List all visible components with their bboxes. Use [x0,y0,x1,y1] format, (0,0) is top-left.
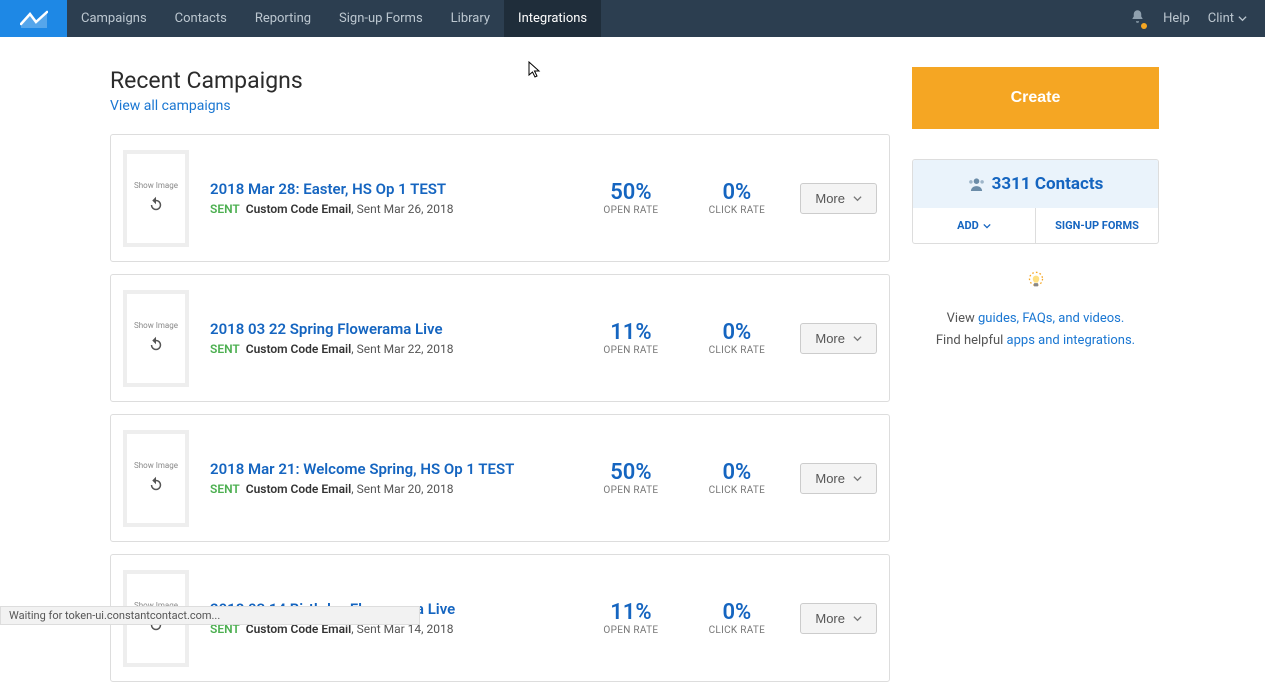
campaign-card: Show Image 2018 03 22 Spring Flowerama L… [110,274,890,402]
click-rate-value: 0% [694,460,779,485]
campaign-thumbnail[interactable]: Show Image [123,150,189,247]
campaign-meta: SENT Custom Code Email, Sent Mar 26, 201… [210,202,567,216]
help-link[interactable]: Help [1163,11,1190,26]
sent-date: , Sent Mar 26, 2018 [351,202,453,216]
campaign-title[interactable]: 2018 Mar 28: Easter, HS Op 1 TEST [210,180,567,198]
tips-section: View guides, FAQs, and videos. Find help… [912,268,1159,352]
click-rate-label: CLICK RATE [694,625,779,636]
nav-reporting[interactable]: Reporting [241,0,325,37]
app-header: Campaigns Contacts Reporting Sign-up For… [0,0,1265,37]
click-rate-stat: 0% CLICK RATE [694,600,779,636]
thumbnail-label: Show Image [134,182,178,191]
more-button[interactable]: More [800,323,877,354]
campaign-meta: SENT Custom Code Email, Sent Mar 22, 201… [210,342,567,356]
create-button[interactable]: Create [912,67,1159,129]
open-rate-label: OPEN RATE [588,205,673,216]
header-right: Help Clint [1130,9,1265,28]
campaign-thumbnail[interactable]: Show Image [123,290,189,387]
contacts-count-link[interactable]: 3311 Contacts [913,160,1158,208]
user-menu[interactable]: Clint [1208,11,1247,26]
campaign-body: 2018 03 22 Spring Flowerama Live SENT Cu… [210,320,567,356]
chevron-down-icon [853,194,862,203]
campaign-type: Custom Code Email [246,342,352,356]
click-rate-value: 0% [694,320,779,345]
click-rate-value: 0% [694,600,779,625]
campaign-type: Custom Code Email [246,202,352,216]
tips-line-1: View guides, FAQs, and videos. [912,308,1159,330]
user-name: Clint [1208,11,1234,26]
more-button[interactable]: More [800,603,877,634]
campaign-title[interactable]: 2018 03 22 Spring Flowerama Live [210,320,567,338]
browser-status-bar: Waiting for token-ui.constantcontact.com… [0,606,420,625]
click-rate-stat: 0% CLICK RATE [694,180,779,216]
campaign-card: Show Image 2018 Mar 21: Welcome Spring, … [110,414,890,542]
sent-date: , Sent Mar 20, 2018 [351,482,453,496]
campaign-thumbnail[interactable]: Show Image [123,430,189,527]
campaign-type: Custom Code Email [246,482,352,496]
open-rate-value: 11% [588,600,673,625]
chevron-down-icon [983,222,991,230]
page-title: Recent Campaigns [110,67,890,94]
click-rate-label: CLICK RATE [694,205,779,216]
nav-campaigns[interactable]: Campaigns [67,0,161,37]
campaign-card: Show Image 2018 Mar 28: Easter, HS Op 1 … [110,134,890,262]
chevron-down-icon [853,334,862,343]
thumbnail-label: Show Image [134,322,178,331]
click-rate-label: CLICK RATE [694,485,779,496]
nav-signup-forms[interactable]: Sign-up Forms [325,0,437,37]
notifications-icon[interactable] [1130,9,1145,28]
lightbulb-icon [1023,268,1049,294]
main-nav: Campaigns Contacts Reporting Sign-up For… [67,0,601,37]
open-rate-label: OPEN RATE [588,345,673,356]
nav-contacts[interactable]: Contacts [161,0,241,37]
campaign-title[interactable]: 2018 Mar 21: Welcome Spring, HS Op 1 TES… [210,460,567,478]
guides-link[interactable]: guides, FAQs, and videos. [978,311,1124,326]
chevron-down-icon [1238,14,1247,23]
open-rate-stat: 50% OPEN RATE [588,460,673,496]
open-rate-value: 50% [588,460,673,485]
more-button[interactable]: More [800,463,877,494]
status-badge: SENT [210,202,240,216]
status-badge: SENT [210,482,240,496]
click-rate-stat: 0% CLICK RATE [694,320,779,356]
view-all-campaigns-link[interactable]: View all campaigns [110,98,890,114]
campaign-meta: SENT Custom Code Email, Sent Mar 20, 201… [210,482,567,496]
nav-integrations[interactable]: Integrations [504,0,601,37]
click-rate-value: 0% [694,180,779,205]
logo-icon [20,10,48,28]
add-contacts-button[interactable]: ADD [913,208,1036,243]
contacts-count: 3311 Contacts [992,174,1104,194]
open-rate-stat: 50% OPEN RATE [588,180,673,216]
open-rate-stat: 11% OPEN RATE [588,600,673,636]
more-button[interactable]: More [800,183,877,214]
notification-dot-icon [1141,23,1147,29]
apps-link[interactable]: apps and integrations. [1007,333,1136,348]
open-rate-value: 11% [588,320,673,345]
contacts-panel: 3311 Contacts ADD SIGN-UP FORMS [912,159,1159,244]
open-rate-stat: 11% OPEN RATE [588,320,673,356]
chevron-down-icon [853,614,862,623]
logo[interactable] [0,0,67,37]
chevron-down-icon [853,474,862,483]
reload-icon [147,336,165,354]
reload-icon [147,476,165,494]
sent-date: , Sent Mar 22, 2018 [351,342,453,356]
nav-library[interactable]: Library [437,0,504,37]
campaign-body: 2018 Mar 28: Easter, HS Op 1 TEST SENT C… [210,180,567,216]
tips-line-2: Find helpful apps and integrations. [912,330,1159,352]
campaign-body: 2018 Mar 21: Welcome Spring, HS Op 1 TES… [210,460,567,496]
open-rate-label: OPEN RATE [588,625,673,636]
click-rate-label: CLICK RATE [694,345,779,356]
reload-icon [147,196,165,214]
click-rate-stat: 0% CLICK RATE [694,460,779,496]
people-icon [968,177,985,191]
signup-forms-button[interactable]: SIGN-UP FORMS [1036,208,1158,243]
thumbnail-label: Show Image [134,462,178,471]
open-rate-value: 50% [588,180,673,205]
status-badge: SENT [210,342,240,356]
open-rate-label: OPEN RATE [588,485,673,496]
